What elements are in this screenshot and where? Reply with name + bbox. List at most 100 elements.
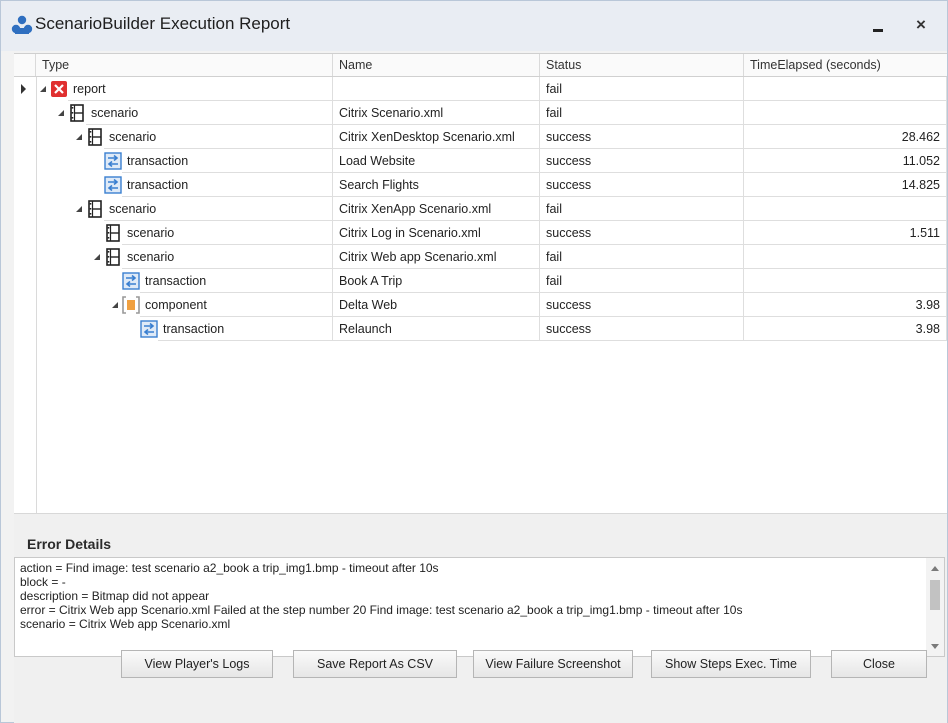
header-status[interactable]: Status [540, 54, 744, 76]
type-label: scenario [109, 130, 157, 144]
film-icon [68, 104, 86, 122]
error-details-title: Error Details [27, 536, 112, 552]
type-label: scenario [91, 106, 139, 120]
window-title: ScenarioBuilder Execution Report [35, 14, 291, 33]
name-cell[interactable]: Citrix Web app Scenario.xml [333, 245, 540, 269]
name-cell[interactable]: Citrix Scenario.xml [333, 101, 540, 125]
type-label: component [145, 298, 207, 312]
status-cell[interactable]: fail [540, 197, 744, 221]
header-indicator [14, 54, 36, 76]
status-cell[interactable]: success [540, 317, 744, 341]
time-elapsed-cell[interactable]: 28.462 [744, 125, 947, 149]
time-elapsed-cell[interactable] [744, 101, 947, 125]
component-icon [122, 296, 140, 314]
film-icon [104, 248, 122, 266]
time-elapsed-cell[interactable]: 11.052 [744, 149, 947, 173]
transaction-icon [104, 176, 122, 194]
view-failure-screenshot-button[interactable]: View Failure Screenshot [473, 650, 633, 678]
header-time-elapsed[interactable]: TimeElapsed (seconds) [744, 54, 947, 76]
status-cell[interactable]: fail [540, 77, 744, 101]
minimize-button[interactable] [867, 17, 889, 37]
error-line: scenario = Citrix Web app Scenario.xml [20, 617, 231, 631]
table-row[interactable]: scenario Citrix Log in Scenario.xml succes… [14, 221, 947, 245]
time-elapsed-cell[interactable] [744, 197, 947, 221]
grid-header: Type Name Status TimeElapsed (seconds) [14, 54, 947, 77]
table-row[interactable]: scenario Citrix XenDesktop Scenario.xml su… [14, 125, 947, 149]
save-report-csv-button[interactable]: Save Report As CSV [293, 650, 457, 678]
type-cell[interactable] [68, 77, 333, 101]
film-icon [86, 128, 104, 146]
film-icon [86, 200, 104, 218]
status-cell[interactable]: success [540, 293, 744, 317]
time-elapsed-cell[interactable]: 14.825 [744, 173, 947, 197]
name-cell[interactable]: Relaunch [333, 317, 540, 341]
status-cell[interactable]: success [540, 149, 744, 173]
close-window-button[interactable]: × [909, 13, 933, 37]
error-line: action = Find image: test scenario a2_bo… [20, 561, 439, 575]
close-button[interactable]: Close [831, 650, 927, 678]
collapse-icon[interactable] [40, 86, 46, 92]
type-label: scenario [127, 226, 175, 240]
app-logo-icon [11, 15, 33, 34]
status-cell[interactable]: fail [540, 101, 744, 125]
header-type[interactable]: Type [36, 54, 333, 76]
time-elapsed-cell[interactable] [744, 77, 947, 101]
status-cell[interactable]: fail [540, 245, 744, 269]
status-cell[interactable]: success [540, 173, 744, 197]
report-tree-grid[interactable]: Type Name Status TimeElapsed (seconds) r… [14, 53, 947, 514]
error-scrollbar[interactable] [926, 558, 944, 656]
film-icon [104, 224, 122, 242]
time-elapsed-cell[interactable]: 3.98 [744, 317, 947, 341]
table-row[interactable]: scenario Citrix Web app Scenario.xml fail [14, 245, 947, 269]
name-cell[interactable]: Citrix XenDesktop Scenario.xml [333, 125, 540, 149]
time-elapsed-cell[interactable] [744, 245, 947, 269]
error-line: error = Citrix Web app Scenario.xml Fail… [20, 603, 743, 617]
show-steps-exec-time-button[interactable]: Show Steps Exec. Time [651, 650, 811, 678]
table-row[interactable]: scenario Citrix XenApp Scenario.xml fail [14, 197, 947, 221]
table-row[interactable]: transaction Search Flights success 14.825 [14, 173, 947, 197]
table-row[interactable]: transaction Load Website success 11.052 [14, 149, 947, 173]
name-cell[interactable]: Citrix Log in Scenario.xml [333, 221, 540, 245]
transaction-icon [122, 272, 140, 290]
collapse-icon[interactable] [94, 254, 100, 260]
view-players-logs-button[interactable]: View Player's Logs [121, 650, 273, 678]
name-cell[interactable]: Delta Web [333, 293, 540, 317]
status-cell[interactable]: success [540, 125, 744, 149]
type-label: transaction [127, 178, 189, 192]
name-cell[interactable]: Load Website [333, 149, 540, 173]
type-label: transaction [145, 274, 207, 288]
type-label: report [73, 82, 106, 96]
table-row[interactable]: scenario Citrix Scenario.xml fail [14, 101, 947, 125]
type-label: scenario [109, 202, 157, 216]
collapse-icon[interactable] [58, 110, 64, 116]
table-row[interactable]: report fail [14, 77, 947, 101]
time-elapsed-cell[interactable] [744, 269, 947, 293]
table-row[interactable]: transaction Relaunch success 3.98 [14, 317, 947, 341]
error-icon [50, 80, 68, 98]
table-row[interactable]: transaction Book A Trip fail [14, 269, 947, 293]
header-name[interactable]: Name [333, 54, 540, 76]
scroll-thumb[interactable] [930, 580, 940, 610]
scroll-up-icon[interactable] [931, 566, 939, 571]
report-window: ScenarioBuilder Execution Report × Type … [0, 0, 948, 723]
scroll-down-icon[interactable] [931, 644, 939, 649]
time-elapsed-cell[interactable]: 3.98 [744, 293, 947, 317]
status-cell[interactable]: fail [540, 269, 744, 293]
error-details-box[interactable]: action = Find image: test scenario a2_bo… [14, 557, 945, 657]
collapse-icon[interactable] [76, 134, 82, 140]
table-row[interactable]: component Delta Web success 3.98 [14, 293, 947, 317]
transaction-icon [140, 320, 158, 338]
title-bar[interactable]: ScenarioBuilder Execution Report × [1, 1, 947, 51]
time-elapsed-cell[interactable]: 1.511 [744, 221, 947, 245]
transaction-icon [104, 152, 122, 170]
status-cell[interactable]: success [540, 221, 744, 245]
name-cell[interactable] [333, 77, 540, 101]
collapse-icon[interactable] [76, 206, 82, 212]
current-row-indicator-icon [21, 84, 26, 94]
name-cell[interactable]: Search Flights [333, 173, 540, 197]
name-cell[interactable]: Book A Trip [333, 269, 540, 293]
error-details-panel: Error Details action = Find image: test … [14, 513, 947, 723]
collapse-icon[interactable] [112, 302, 118, 308]
name-cell[interactable]: Citrix XenApp Scenario.xml [333, 197, 540, 221]
error-line: block = - [20, 575, 66, 589]
